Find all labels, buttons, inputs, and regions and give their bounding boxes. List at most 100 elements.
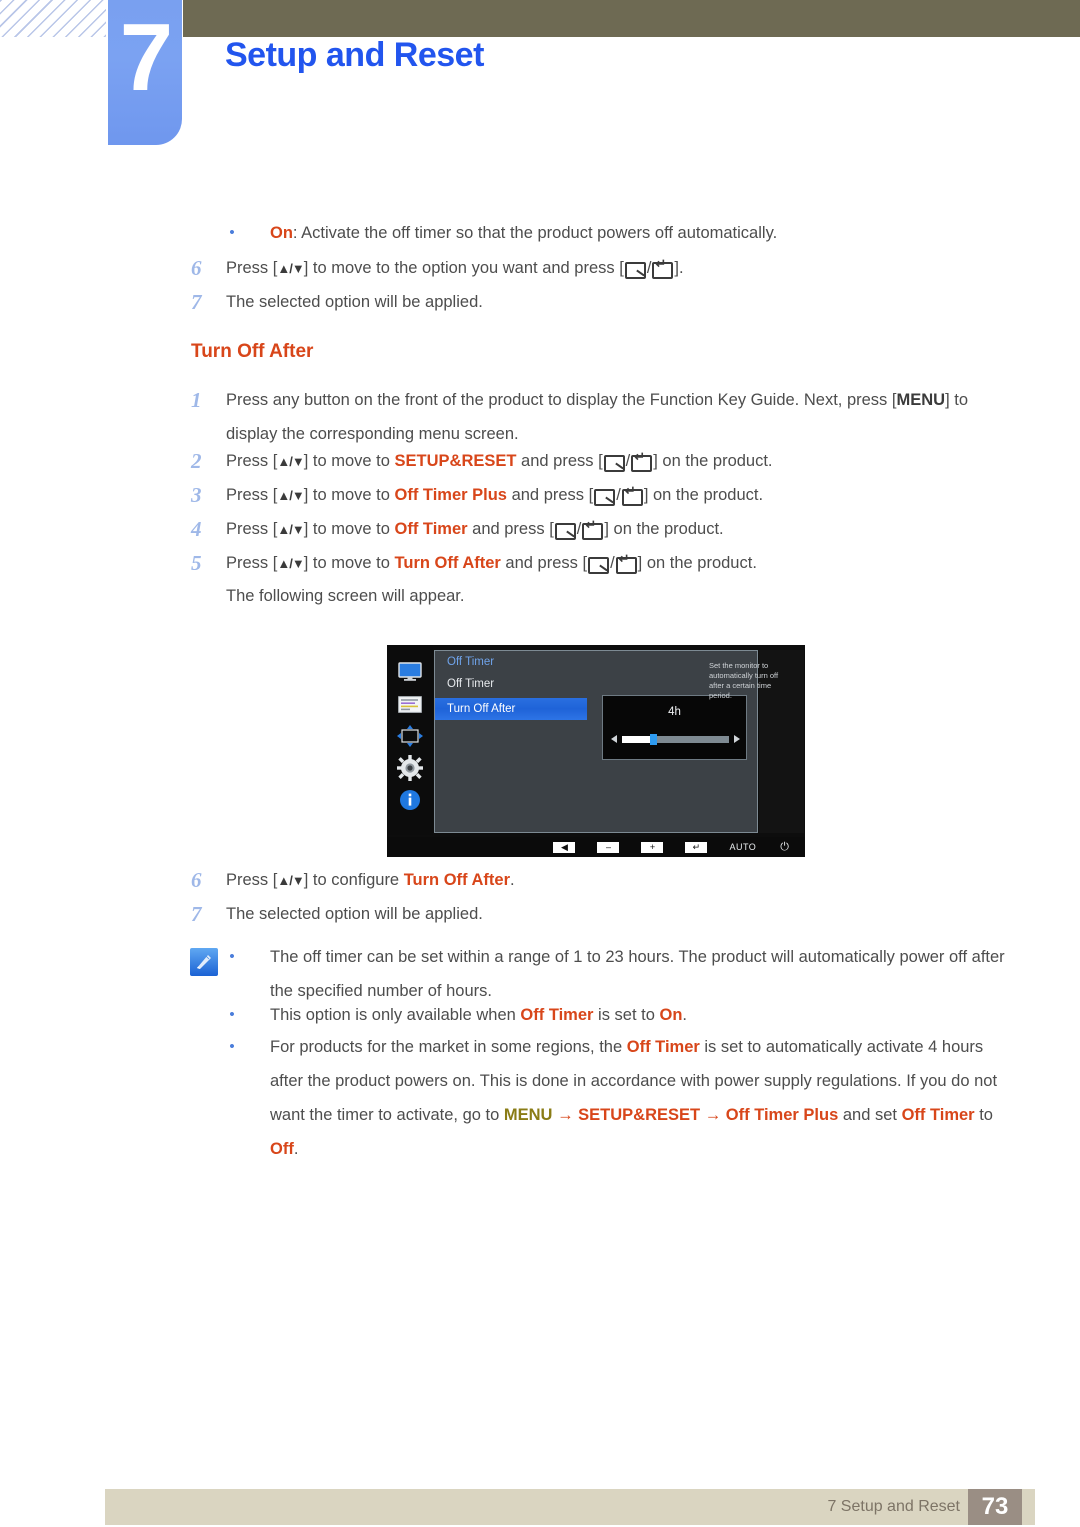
term-on: On: [659, 1006, 683, 1024]
updown-arrows-icon: ▲/▼: [277, 261, 304, 276]
note-3-text: For products for the market in some regi…: [270, 1030, 1020, 1166]
step-end: .: [510, 871, 515, 889]
osd-list-icon[interactable]: [396, 691, 424, 717]
source-key-icon: [594, 489, 616, 507]
term-off-timer: Off Timer: [901, 1106, 975, 1124]
gear-icon[interactable]: [396, 755, 424, 781]
following-screen-text: The following screen will appear.: [226, 587, 465, 605]
step-mid: ] to move to the option you want and pre…: [303, 259, 624, 277]
step-pre: Press any button on the front of the pro…: [226, 391, 897, 409]
step-post: and press [: [467, 520, 554, 538]
bullet-on-body: : Activate the off timer so that the pro…: [292, 224, 778, 242]
step-post: and press [: [500, 554, 588, 572]
slider-left-arrow-icon[interactable]: [611, 735, 617, 743]
osd-key-enter[interactable]: ↵: [685, 841, 708, 853]
term-menu: MENU: [503, 1106, 553, 1124]
step-end: ].: [674, 259, 684, 277]
term-turn-off-after: Turn Off After: [394, 554, 501, 572]
slider-track[interactable]: [622, 734, 729, 745]
step-number: 3: [191, 483, 202, 507]
osd-menu-header: Off Timer: [447, 656, 495, 668]
osd-slider-value: 4h: [668, 706, 681, 718]
step-number: 4: [191, 517, 202, 541]
step-text: The selected option will be applied.: [226, 905, 483, 923]
osd-menu-item-turn-off-after[interactable]: Turn Off After: [435, 698, 587, 720]
note-2-mid: is set to: [593, 1006, 660, 1024]
osd-screenshot: Off Timer Off Timer Turn Off After 4h Se…: [387, 645, 805, 857]
updown-arrows-icon: ▲/▼: [277, 488, 304, 503]
term-off: Off: [270, 1140, 294, 1158]
monitor-icon[interactable]: [396, 659, 424, 685]
term-off-timer: Off Timer: [626, 1038, 700, 1056]
bullet-dot-icon: •: [229, 1006, 235, 1023]
term-turn-off-after: Turn Off After: [403, 871, 511, 889]
source-key-icon: [624, 262, 646, 280]
osd-key-minus[interactable]: –: [597, 841, 620, 853]
step-pre: Press [: [226, 452, 278, 470]
term-off-timer: Off Timer: [520, 1006, 594, 1024]
enter-key-icon: [631, 450, 653, 473]
step-number: 2: [191, 449, 202, 473]
header-hatch-decoration: [0, 0, 106, 37]
step-mid: ] to move to: [303, 520, 395, 538]
term-setup-reset: SETUP&RESET: [394, 452, 517, 470]
note-3-pre: For products for the market in some regi…: [270, 1038, 627, 1056]
note-3-line4-mid: to: [974, 1106, 993, 1124]
source-key-icon: [603, 455, 625, 473]
osd-slider-popup: 4h: [602, 695, 747, 760]
step-pre: Press [: [226, 871, 278, 889]
plus-icon: +: [649, 841, 656, 852]
enter-key-icon: [582, 518, 604, 541]
step-pre: Press [: [226, 486, 278, 504]
enter-key-icon: [615, 552, 637, 575]
slider-knob[interactable]: [650, 734, 657, 745]
step-end: ] on the product.: [643, 486, 764, 504]
osd-key-back[interactable]: ◀: [553, 841, 576, 853]
step-number: 5: [191, 551, 202, 575]
info-icon[interactable]: [396, 787, 424, 813]
osd-key-plus[interactable]: +: [641, 841, 664, 853]
step-end: ] on the product.: [653, 452, 773, 470]
enter-key-icon: [621, 484, 643, 507]
step-end: ] on the product.: [637, 554, 757, 572]
note-2-text: This option is only available when Off T…: [270, 998, 1020, 1032]
step-text: Press any button on the front of the pro…: [226, 383, 1016, 451]
power-icon[interactable]: ⏻: [780, 841, 789, 854]
source-key-icon: [588, 557, 610, 575]
step-mid: ] to move to: [303, 452, 395, 470]
size-position-icon[interactable]: [396, 723, 424, 749]
header-olive-bar: [183, 0, 1080, 37]
step-mid: ] to move to: [303, 554, 395, 572]
step-text: Press [▲/▼] to move to Off Timer Plus an…: [226, 478, 1016, 513]
note-3-and: and set: [838, 1106, 902, 1124]
osd-slider[interactable]: [611, 734, 740, 746]
term-off-timer-plus: Off Timer Plus: [394, 486, 507, 504]
note-3-line1-post: is set to automatically activate 4 hours: [699, 1038, 984, 1056]
back-arrow-icon: ◀: [560, 841, 568, 852]
menu-key-label: MENU: [896, 391, 946, 409]
note-2-pre: This option is only available when: [270, 1006, 521, 1024]
step-post: and press [: [507, 486, 594, 504]
step-number: 6: [191, 868, 202, 892]
osd-key-auto[interactable]: AUTO: [729, 842, 756, 852]
slider-right-arrow-icon[interactable]: [734, 735, 740, 743]
note-pencil-icon: [190, 948, 218, 976]
step-number: 7: [191, 290, 202, 314]
term-on: On: [270, 224, 293, 242]
step-text: Press [▲/▼] to configure Turn Off After.: [226, 863, 1016, 898]
footer-label: 7 Setup and Reset: [827, 1498, 960, 1515]
step-text: The selected option will be applied.: [226, 293, 483, 311]
page-title: Setup and Reset: [225, 36, 484, 74]
enter-key-icon: [652, 257, 674, 280]
step-number: 7: [191, 902, 202, 926]
step-text: Press [▲/▼] to move to Off Timer and pre…: [226, 512, 1016, 547]
term-off-timer: Off Timer: [394, 520, 468, 538]
pencil-glyph: [197, 955, 211, 969]
osd-menu-item-off-timer[interactable]: Off Timer: [447, 678, 494, 690]
step-text: Press [▲/▼] to move to Turn Off After an…: [226, 546, 1016, 581]
osd-function-key-bar: ◀ – + ↵ AUTO ⏻: [387, 837, 805, 857]
enter-icon: ↵: [692, 841, 701, 852]
updown-arrows-icon: ▲/▼: [277, 556, 304, 571]
updown-arrows-icon: ▲/▼: [277, 454, 304, 469]
step-pre: Press [: [226, 554, 278, 572]
